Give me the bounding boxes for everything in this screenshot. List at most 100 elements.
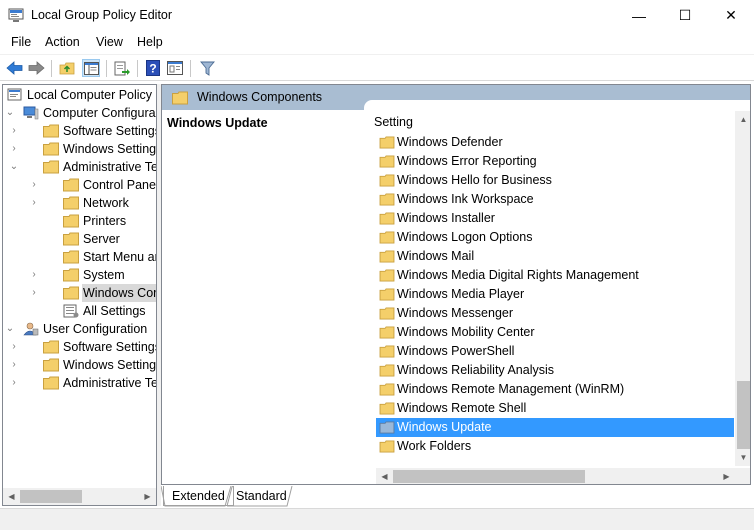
tree-node-label: Server xyxy=(83,232,120,246)
console-tree[interactable]: Local Computer Policy ⌄ Computer Configura… xyxy=(2,84,157,506)
toolbar-separator xyxy=(137,60,138,77)
list-item-label: Windows Messenger xyxy=(397,306,514,320)
tree-node-label: All Settings xyxy=(83,304,146,318)
expand-chevron-icon[interactable]: › xyxy=(29,284,39,302)
menu-action[interactable]: Action xyxy=(45,35,80,49)
minimize-icon: — xyxy=(632,7,646,24)
list-item[interactable]: Windows Remote Shell xyxy=(376,399,734,418)
expand-chevron-icon[interactable]: › xyxy=(29,266,39,284)
expand-chevron-icon[interactable]: › xyxy=(9,338,19,356)
scroll-down-arrow-icon[interactable]: ▼ xyxy=(735,449,750,466)
list-horizontal-scrollbar[interactable]: ◀ ▶ xyxy=(376,468,735,484)
list-item[interactable]: Windows Remote Management (WinRM) xyxy=(376,380,734,399)
tab-outline xyxy=(161,486,293,507)
collapse-chevron-icon[interactable]: ⌄ xyxy=(5,104,15,122)
folder-icon xyxy=(379,231,395,244)
scroll-left-arrow-icon[interactable]: ◀ xyxy=(376,468,393,484)
list-item[interactable]: Windows PowerShell xyxy=(376,342,734,361)
list-vertical-scrollbar[interactable]: ▲ ▼ xyxy=(735,111,750,466)
collapse-chevron-icon[interactable]: ⌄ xyxy=(9,158,19,176)
tree-node-label: Windows Cor xyxy=(82,284,157,302)
show-hide-tree-icon[interactable] xyxy=(82,59,100,77)
export-list-icon[interactable] xyxy=(113,59,131,77)
user-icon xyxy=(23,322,39,336)
list-item-label: Windows Ink Workspace xyxy=(397,192,534,206)
folder-icon xyxy=(43,160,59,174)
list-item[interactable]: Windows Mobility Center xyxy=(376,323,734,342)
scroll-corner xyxy=(735,468,750,484)
scroll-right-arrow-icon[interactable]: ▶ xyxy=(139,488,156,505)
expand-chevron-icon[interactable]: › xyxy=(9,140,19,158)
list-item-label: Windows Installer xyxy=(397,211,495,225)
folder-icon xyxy=(43,142,59,156)
tree-node-label: User Configuration xyxy=(43,322,148,336)
list-item[interactable]: Windows Media Digital Rights Management xyxy=(376,266,734,285)
list-item[interactable]: Windows Media Player xyxy=(376,285,734,304)
tree-node-label: Network xyxy=(83,196,129,210)
close-icon: ✕ xyxy=(725,7,737,23)
maximize-button[interactable]: ☐ xyxy=(662,0,708,31)
folder-icon xyxy=(379,212,395,225)
expand-chevron-icon[interactable]: › xyxy=(29,194,39,212)
expand-chevron-icon[interactable] xyxy=(29,230,39,248)
title-bar: Local Group Policy Editor — ☐ ✕ xyxy=(0,0,754,31)
list-item-label: Windows Media Player xyxy=(397,287,525,301)
scrollbar-thumb[interactable] xyxy=(737,381,750,449)
expand-chevron-icon[interactable] xyxy=(29,212,39,230)
up-folder-icon[interactable] xyxy=(58,59,76,77)
menu-view[interactable]: View xyxy=(96,35,123,49)
list-item-label: Windows Error Reporting xyxy=(397,154,537,168)
scrollbar-thumb[interactable] xyxy=(393,470,585,483)
folder-icon xyxy=(379,288,395,301)
list-item[interactable]: Work Folders xyxy=(376,437,734,456)
list-item[interactable]: Windows Logon Options xyxy=(376,228,734,247)
window-title: Local Group Policy Editor xyxy=(31,8,173,22)
expand-chevron-icon[interactable]: › xyxy=(9,356,19,374)
list-item[interactable]: Windows Hello for Business xyxy=(376,171,734,190)
folder-icon xyxy=(379,345,395,358)
forward-arrow-icon[interactable] xyxy=(27,59,45,77)
folder-icon xyxy=(63,214,79,228)
folder-icon xyxy=(379,269,395,282)
list-item-label: Windows Reliability Analysis xyxy=(397,363,555,377)
scrollbar-thumb[interactable] xyxy=(20,490,82,503)
folder-icon xyxy=(172,91,188,105)
expand-chevron-icon[interactable]: › xyxy=(9,122,19,140)
expand-chevron-icon[interactable] xyxy=(29,248,39,266)
menu-help[interactable]: Help xyxy=(137,35,163,49)
list-item[interactable]: Windows Update xyxy=(376,418,734,437)
list-item[interactable]: Windows Messenger xyxy=(376,304,734,323)
filter-icon[interactable] xyxy=(198,59,216,77)
column-header-setting[interactable]: Setting xyxy=(374,115,413,129)
close-button[interactable]: ✕ xyxy=(708,0,754,31)
list-item[interactable]: Windows Ink Workspace xyxy=(376,190,734,209)
list-item[interactable]: Windows Error Reporting xyxy=(376,152,734,171)
scroll-left-arrow-icon[interactable]: ◀ xyxy=(3,488,20,505)
folder-icon xyxy=(379,307,395,320)
tree-node-label: Administrative Te xyxy=(63,160,157,174)
scroll-right-arrow-icon[interactable]: ▶ xyxy=(718,468,735,484)
properties-pane-icon[interactable] xyxy=(166,59,184,77)
menu-file[interactable]: File xyxy=(11,35,31,49)
list-item[interactable]: Windows Reliability Analysis xyxy=(376,361,734,380)
tree-node-label: Printers xyxy=(83,214,127,228)
list-item-label: Windows Media Digital Rights Management xyxy=(397,268,639,282)
expand-chevron-icon[interactable]: › xyxy=(29,176,39,194)
list-item[interactable]: Windows Installer xyxy=(376,209,734,228)
view-tabs: Extended Standard xyxy=(161,486,751,507)
expand-chevron-icon[interactable] xyxy=(29,302,39,320)
scroll-up-arrow-icon[interactable]: ▲ xyxy=(735,111,750,128)
collapse-chevron-icon[interactable]: ⌄ xyxy=(5,320,15,338)
help-icon[interactable]: ? xyxy=(144,59,162,77)
list-item[interactable]: Windows Mail xyxy=(376,247,734,266)
list-item[interactable]: Windows Defender xyxy=(376,133,734,152)
list-item-label: Work Folders xyxy=(397,439,472,453)
tree-node-label: Control Panel xyxy=(83,178,157,192)
toolbar-separator xyxy=(51,60,52,77)
list-item-label: Windows Remote Shell xyxy=(397,401,527,415)
tree-horizontal-scrollbar[interactable]: ◀ ▶ xyxy=(3,488,156,505)
minimize-button[interactable]: — xyxy=(616,0,662,31)
folder-icon xyxy=(63,232,79,246)
expand-chevron-icon[interactable]: › xyxy=(9,374,19,392)
back-arrow-icon[interactable] xyxy=(5,59,23,77)
